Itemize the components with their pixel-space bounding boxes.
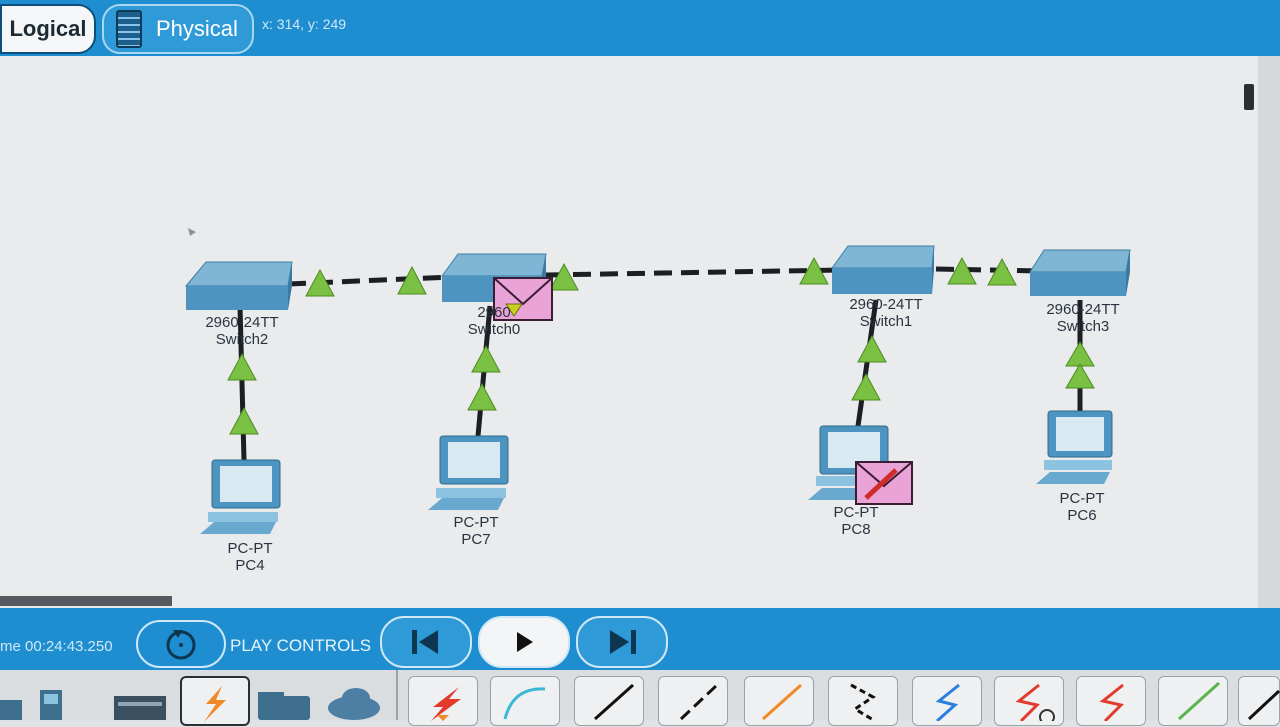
cloud-icon bbox=[328, 688, 380, 720]
phone-cable-tool[interactable] bbox=[828, 676, 898, 726]
usb-cable-tool[interactable] bbox=[1238, 676, 1280, 726]
coaxial-cable-tool[interactable] bbox=[912, 676, 982, 726]
logical-workspace[interactable]: 2960-24TT Switch2 2960 Switch0 2960-24TT Sw… bbox=[0, 56, 1258, 608]
cursor-coordinates: x: 314, y: 249 bbox=[262, 16, 347, 32]
cloud-category[interactable] bbox=[322, 676, 386, 720]
pc6-label: PC-PT PC6 bbox=[1059, 490, 1105, 524]
serial-dce-icon bbox=[1015, 683, 1055, 725]
pc7-label: PC-PT PC7 bbox=[453, 514, 499, 548]
play-icon bbox=[517, 632, 533, 652]
switch0-label: 2960 Switch0 bbox=[467, 304, 521, 338]
serial-dte-tool[interactable] bbox=[1076, 676, 1146, 726]
serial-dce-tool[interactable] bbox=[994, 676, 1064, 726]
end-devices-category[interactable] bbox=[0, 676, 64, 720]
fiber-cable-tool[interactable] bbox=[744, 676, 814, 726]
link-status-indicators bbox=[227, 256, 1095, 435]
components-category[interactable] bbox=[256, 676, 320, 720]
link-switch1-switch3 bbox=[935, 266, 1041, 274]
switch2-icon[interactable] bbox=[184, 261, 293, 310]
link-up-triangle bbox=[227, 352, 257, 381]
fiber-icon bbox=[761, 683, 803, 721]
connections-icon bbox=[204, 686, 226, 722]
console-cable-icon bbox=[503, 687, 546, 720]
copper-cross-icon bbox=[679, 683, 719, 721]
switch1-label: 2960-24TT Switch1 bbox=[849, 296, 923, 330]
pc4-icon[interactable] bbox=[200, 459, 281, 534]
phone-cable-icon bbox=[850, 683, 876, 723]
coaxial-icon bbox=[935, 683, 960, 723]
console-cable-tool[interactable] bbox=[490, 676, 560, 726]
pointer-mark bbox=[188, 228, 196, 236]
copper-straight-tool[interactable] bbox=[574, 676, 644, 726]
forward-button[interactable] bbox=[576, 616, 668, 668]
simulation-time: me 00:24:43.250 bbox=[0, 638, 113, 655]
pc6-icon[interactable] bbox=[1036, 410, 1113, 484]
pdu-envelope-failed-icon[interactable] bbox=[855, 461, 913, 505]
serial-dte-icon bbox=[1099, 683, 1124, 723]
automatic-cable-icon bbox=[431, 687, 461, 721]
copper-cross-tool[interactable] bbox=[658, 676, 728, 726]
pc7-icon[interactable] bbox=[428, 435, 509, 510]
link-up-triangle bbox=[471, 344, 501, 373]
network-devices-icon bbox=[114, 696, 166, 720]
link-up-triangle bbox=[467, 382, 497, 411]
vertical-scrollbar[interactable] bbox=[1258, 56, 1280, 608]
physical-view-label: Physical bbox=[156, 16, 238, 41]
link-up-triangle bbox=[1065, 341, 1095, 367]
forward-icon bbox=[610, 630, 636, 654]
components-icon bbox=[258, 692, 310, 720]
network-devices-category[interactable] bbox=[110, 676, 174, 720]
palette-divider bbox=[396, 670, 398, 720]
link-up-triangle bbox=[851, 372, 881, 401]
octal-icon bbox=[1177, 681, 1221, 721]
octal-cable-tool[interactable] bbox=[1158, 676, 1228, 726]
switch3-icon[interactable] bbox=[1029, 249, 1131, 296]
switch1-icon[interactable] bbox=[831, 245, 935, 294]
play-controls-label: PLAY CONTROLS bbox=[230, 636, 372, 655]
end-devices-icon bbox=[0, 690, 62, 720]
link-up-triangle bbox=[1065, 363, 1095, 389]
back-button[interactable] bbox=[380, 616, 472, 668]
usb-icon bbox=[1247, 689, 1280, 721]
switch2-label: 2960-24TT Switch2 bbox=[205, 314, 279, 348]
logical-view-label: Logical bbox=[9, 16, 87, 41]
pc8-label: PC-PT PC8 bbox=[833, 504, 879, 538]
pc4-label: PC-PT PC4 bbox=[227, 540, 273, 574]
connections-category[interactable] bbox=[180, 676, 250, 726]
horizontal-scrollbar-thumb[interactable] bbox=[0, 596, 172, 606]
reset-simulation-icon bbox=[166, 630, 196, 660]
back-icon bbox=[412, 630, 438, 654]
link-up-triangle bbox=[857, 334, 887, 363]
reset-simulation-button[interactable] bbox=[136, 620, 226, 668]
play-button[interactable] bbox=[478, 616, 570, 668]
logical-view-button[interactable]: Logical bbox=[0, 4, 96, 54]
copper-straight-icon bbox=[593, 683, 635, 721]
physical-view-button[interactable]: Physical bbox=[102, 4, 254, 54]
automatic-cable-tool[interactable] bbox=[408, 676, 478, 726]
link-switch0-switch1 bbox=[545, 267, 843, 278]
vertical-scrollbar-thumb[interactable] bbox=[1244, 84, 1254, 110]
switch3-label: 2960-24TT Switch3 bbox=[1046, 301, 1120, 335]
link-up-triangle bbox=[229, 406, 259, 435]
rack-icon bbox=[116, 10, 142, 48]
